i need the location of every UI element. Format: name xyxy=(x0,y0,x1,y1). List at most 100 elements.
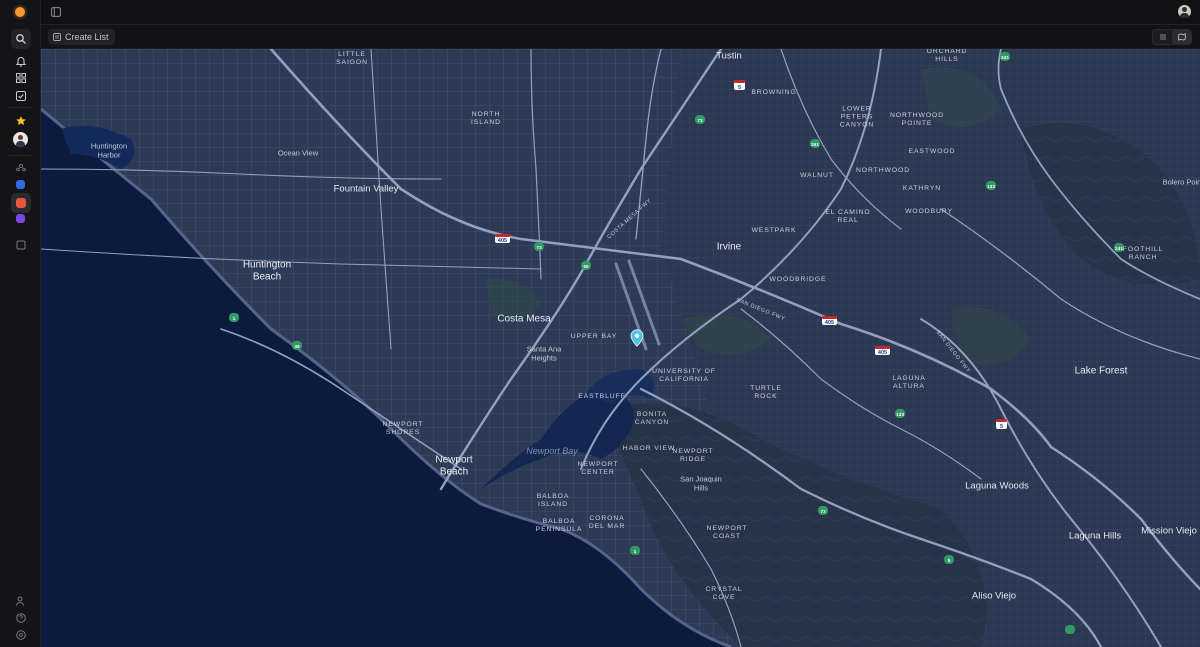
city-label: Laguna Hills xyxy=(1068,530,1122,542)
city-label: Newport Beach xyxy=(435,454,473,478)
box-icon xyxy=(16,240,26,250)
user-avatar[interactable] xyxy=(13,132,28,147)
neighborhood-label: NEWPORT SHORES xyxy=(382,421,424,436)
place-label: Santa Ana Heights xyxy=(526,344,562,362)
neighborhood-label: NEWPORT RIDGE xyxy=(672,448,714,463)
city-label: Mission Viejo xyxy=(1141,525,1197,537)
checkbox-icon xyxy=(16,91,26,101)
neighborhood-label: BALBOA PENINSULA xyxy=(535,518,583,533)
svg-text:133: 133 xyxy=(987,184,995,190)
svg-text:39: 39 xyxy=(294,344,300,350)
neighborhood-label: LOWER PETERS CANYON xyxy=(839,105,875,128)
svg-text:1: 1 xyxy=(634,549,637,555)
svg-text:73: 73 xyxy=(536,245,542,251)
place-label: San Joaquin Hills xyxy=(680,474,722,492)
map-view-button[interactable] xyxy=(1172,30,1191,44)
create-list-label: Create List xyxy=(65,32,109,42)
route-shield: 405 xyxy=(822,316,837,326)
workspace-orange-icon xyxy=(16,198,26,208)
neighborhood-label: EASTWOOD xyxy=(908,148,956,156)
user-add-icon xyxy=(16,596,24,606)
route-shield: 405 xyxy=(875,346,890,356)
neighborhood-label: NORTH ISLAND xyxy=(471,111,501,126)
tasks-button[interactable] xyxy=(11,86,31,106)
neighborhood-label: EASTBLUFF xyxy=(578,393,626,401)
place-label: Huntington Harbor xyxy=(90,141,128,159)
neighborhood-label: NORTHWOOD POINTE xyxy=(889,112,945,127)
water-label: Newport Bay xyxy=(526,445,578,456)
location-pin-icon[interactable] xyxy=(630,329,644,347)
neighborhood-label: FOOTHILL RANCH xyxy=(1122,246,1164,261)
neighborhood-label: WOODBURY xyxy=(905,208,953,216)
map-canvas[interactable]: 405 405 405 5 5 73 55 1 1 39 261 133 133… xyxy=(41,49,1200,647)
city-label: Laguna Woods xyxy=(965,480,1029,492)
neighborhood-label: WALNUT xyxy=(800,172,834,180)
search-icon xyxy=(16,34,26,44)
neighborhood-label: BALBOA ISLAND xyxy=(536,493,570,508)
star-icon xyxy=(16,116,26,126)
neighborhood-label: BONITA CANYON xyxy=(634,411,670,426)
place-label: Bolero Point xyxy=(1162,177,1200,187)
svg-text:1: 1 xyxy=(233,316,236,322)
svg-text:5: 5 xyxy=(948,558,951,564)
divider xyxy=(9,155,31,156)
svg-text:73: 73 xyxy=(697,118,703,124)
archive-button[interactable] xyxy=(11,235,31,255)
settings-button[interactable] xyxy=(11,625,31,645)
neighborhood-label: TURTLE ROCK xyxy=(750,385,782,400)
help-icon xyxy=(16,613,26,623)
city-label: Huntington Beach xyxy=(242,259,292,283)
workspace-blue-icon[interactable] xyxy=(16,180,25,189)
neighborhood-label: ORCHARD HILLS xyxy=(926,49,968,63)
toolbar: Create List xyxy=(41,25,1200,49)
neighborhood-label: NEWPORT COAST xyxy=(706,525,748,540)
workspace-purple-icon[interactable] xyxy=(16,214,25,223)
route-shield: 405 xyxy=(495,234,510,244)
map-view[interactable]: 405 405 405 5 5 73 55 1 1 39 261 133 133… xyxy=(41,49,1200,647)
neighborhood-label: BROWNING xyxy=(751,89,797,97)
list-view-icon xyxy=(1159,34,1166,40)
neighborhood-label: LITTLE SAIGON xyxy=(336,51,368,66)
dashboard-button[interactable] xyxy=(11,68,31,88)
svg-text:261: 261 xyxy=(811,142,819,148)
svg-text:5: 5 xyxy=(1000,424,1003,430)
neighborhood-label: CRYSTAL COVE xyxy=(705,586,743,601)
svg-text:405: 405 xyxy=(498,238,507,244)
neighborhood-label: WOODBRIDGE xyxy=(769,276,827,284)
neighborhood-label: EL CAMINO REAL xyxy=(825,209,871,224)
svg-text:241: 241 xyxy=(1001,55,1009,61)
list-view-button[interactable] xyxy=(1153,30,1172,44)
search-button[interactable] xyxy=(11,29,31,49)
workspace-active-button[interactable] xyxy=(11,193,31,213)
divider xyxy=(9,107,31,108)
view-toggle xyxy=(1152,29,1192,45)
neighborhood-label: NEWPORT CENTER xyxy=(577,461,619,476)
city-label: Costa Mesa xyxy=(497,313,551,325)
svg-text:73: 73 xyxy=(820,509,826,515)
neighborhood-label: UNIVERSITY OF CALIFORNIA xyxy=(652,368,716,383)
city-label: Irvine xyxy=(716,241,742,253)
profile-avatar[interactable] xyxy=(1178,5,1191,18)
neighborhood-label: CORONA DEL MAR xyxy=(588,515,626,530)
team-button[interactable] xyxy=(11,158,31,178)
city-label: Tustin xyxy=(716,50,742,62)
neighborhood-label: WESTPARK xyxy=(751,227,797,235)
favorites-button[interactable] xyxy=(11,111,31,131)
city-label: Fountain Valley xyxy=(333,183,399,195)
grid-icon xyxy=(16,73,26,83)
neighborhood-label: KATHRYN xyxy=(902,185,942,193)
neighborhood-label: LAGUNA ALTURA xyxy=(892,375,926,390)
svg-text:405: 405 xyxy=(878,350,887,356)
sidebar-toggle-icon[interactable] xyxy=(51,7,61,17)
bell-icon xyxy=(15,57,27,67)
team-icon xyxy=(16,163,26,172)
create-list-button[interactable]: Create List xyxy=(48,29,115,45)
city-label: Lake Forest xyxy=(1074,365,1128,377)
route-shield: 5 xyxy=(996,419,1007,430)
city-label: Aliso Viejo xyxy=(971,590,1017,602)
route-shield: 5 xyxy=(734,80,745,91)
app-logo[interactable] xyxy=(15,7,25,17)
neighborhood-label: UPPER BAY xyxy=(570,333,618,341)
gear-icon xyxy=(16,630,26,640)
svg-text:405: 405 xyxy=(825,320,834,326)
